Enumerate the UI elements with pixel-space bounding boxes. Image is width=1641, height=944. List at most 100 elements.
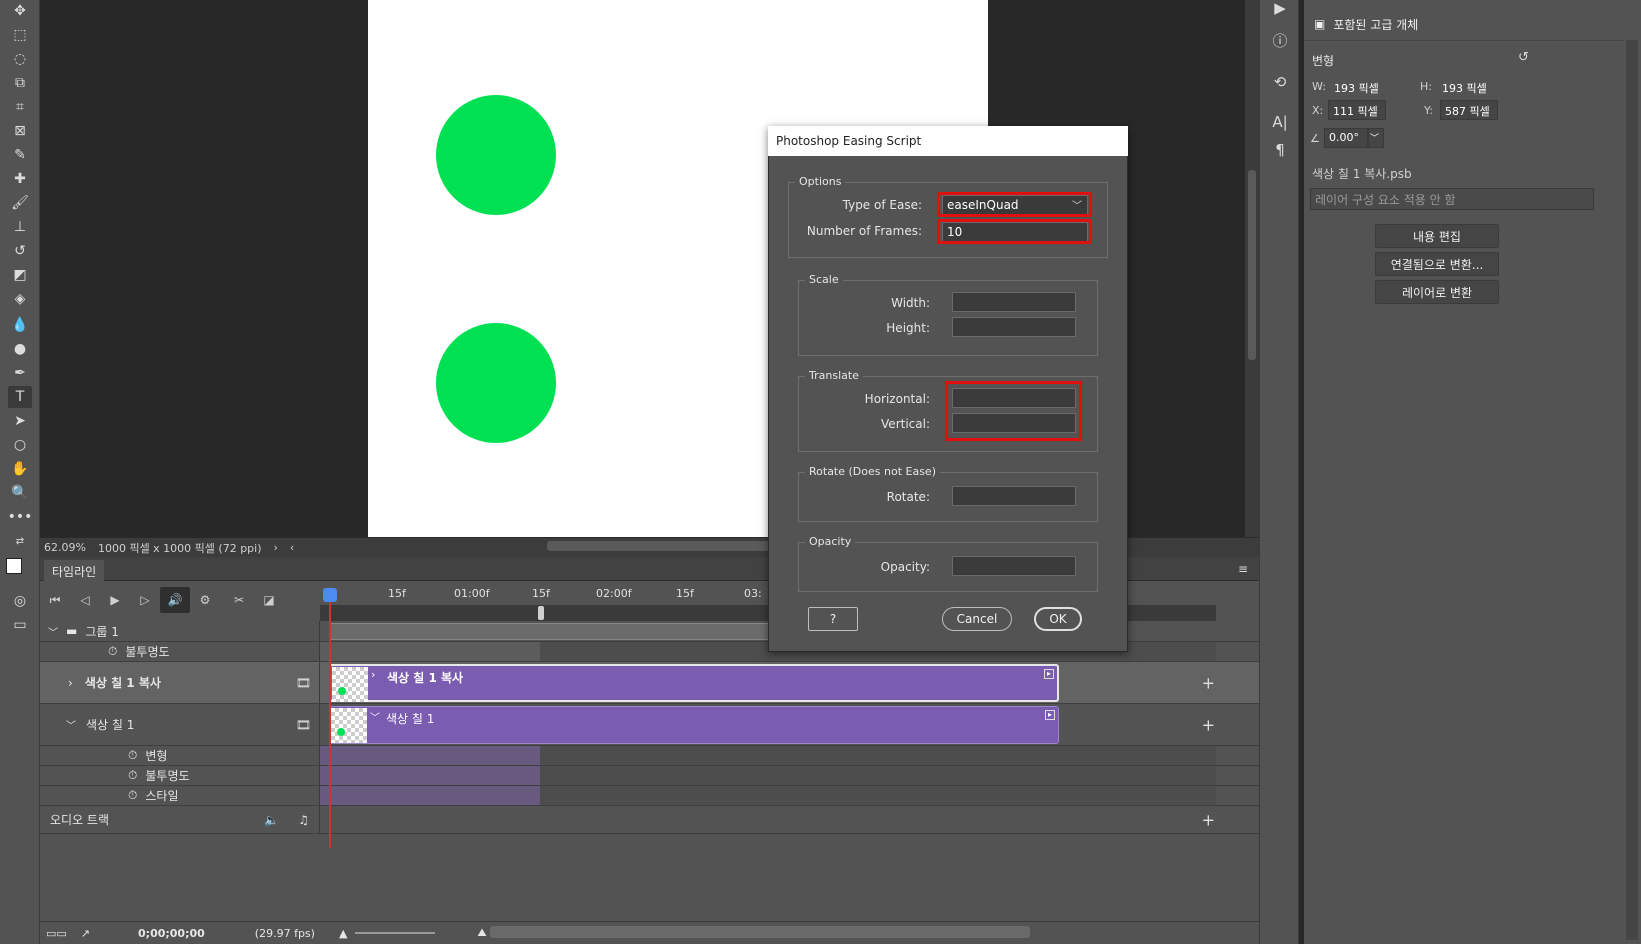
type-tool-icon[interactable]: T: [8, 386, 32, 408]
blur-tool-icon[interactable]: 💧: [8, 314, 32, 336]
properties-scrollbar[interactable]: [1626, 40, 1638, 940]
zoom-slider[interactable]: [355, 932, 435, 934]
stamp-tool-icon[interactable]: ⊥: [8, 216, 32, 238]
eyedropper-tool-icon[interactable]: ✎: [8, 144, 32, 166]
chevron-down-icon[interactable]: ﹀: [66, 717, 76, 732]
playhead-handle[interactable]: [323, 588, 337, 602]
foreground-color-swatch[interactable]: [6, 558, 22, 574]
track-lane[interactable]: [320, 786, 1216, 805]
vertical-scroll-thumb[interactable]: [1248, 170, 1256, 360]
stopwatch-icon[interactable]: ⏱: [108, 644, 117, 659]
layer-comp-select[interactable]: 레이어 구성 요소 적용 안 함: [1310, 188, 1594, 210]
move-tool-icon[interactable]: ✥: [8, 0, 32, 22]
healing-brush-tool-icon[interactable]: ✚: [8, 168, 32, 190]
green-circle-bottom[interactable]: [436, 323, 556, 443]
convert-to-linked-button[interactable]: 연결됨으로 변환...: [1375, 252, 1499, 276]
add-audio-icon[interactable]: +: [1202, 810, 1215, 829]
swap-colors-icon[interactable]: ⇄: [8, 530, 32, 552]
dodge-tool-icon[interactable]: ●: [8, 338, 32, 360]
edit-contents-button[interactable]: 내용 편집: [1375, 224, 1499, 248]
y-field[interactable]: 587 픽셀: [1440, 100, 1498, 120]
group-track-name[interactable]: 그룹 1: [85, 623, 119, 640]
ellipse-tool-icon[interactable]: ○: [8, 434, 32, 456]
lasso-tool-icon[interactable]: ◌: [8, 48, 32, 70]
split-scissors-icon[interactable]: ✂: [224, 587, 254, 613]
convert-to-frame-icon[interactable]: ▭▭: [46, 927, 67, 940]
group-clip[interactable]: [329, 623, 779, 640]
scroll-left-icon[interactable]: ‹: [290, 541, 294, 554]
width-input[interactable]: [952, 292, 1076, 312]
status-chevron-icon[interactable]: ›: [274, 541, 278, 554]
canvas-vertical-scrollbar[interactable]: [1245, 0, 1259, 540]
copy-layer-track-name[interactable]: 색상 칠 1 복사: [85, 674, 161, 691]
track-lane[interactable]: ﹀ 색상 칠 1 ▸: [320, 704, 1216, 745]
convert-to-layers-button[interactable]: 레이어로 변환: [1375, 280, 1499, 304]
screen-mode-icon[interactable]: ▭: [8, 614, 32, 636]
reset-icon[interactable]: ↺: [1518, 50, 1529, 65]
render-video-icon[interactable]: ↗: [81, 927, 90, 940]
cancel-button[interactable]: Cancel: [942, 607, 1012, 631]
tab-timeline[interactable]: 타임라인: [44, 560, 105, 581]
zoom-out-icon[interactable]: ▲: [339, 927, 347, 940]
angle-dropdown-icon[interactable]: ﹀: [1368, 128, 1384, 148]
history-icon[interactable]: ⟲: [1268, 70, 1292, 94]
ok-button[interactable]: OK: [1034, 607, 1082, 631]
w-value[interactable]: 193 픽셀: [1334, 80, 1379, 96]
play-icon[interactable]: ▶: [100, 587, 130, 613]
info-icon[interactable]: ⓘ: [1268, 28, 1292, 52]
zoom-in-icon[interactable]: ⛰: [477, 926, 486, 940]
x-field[interactable]: 111 픽셀: [1328, 100, 1386, 120]
object-select-tool-icon[interactable]: ⧉: [8, 72, 32, 94]
audio-toggle-icon[interactable]: 🔊: [160, 587, 190, 613]
stopwatch-icon[interactable]: ⏱: [128, 748, 137, 763]
playhead-line[interactable]: [329, 588, 331, 848]
zoom-level[interactable]: 62.09%: [44, 541, 86, 554]
more-tools-icon[interactable]: •••: [8, 506, 33, 528]
crop-tool-icon[interactable]: ⌗: [8, 96, 32, 118]
track-lane[interactable]: [320, 766, 1216, 785]
frame-tool-icon[interactable]: ⊠: [8, 120, 32, 142]
film-strip-icon[interactable]: 🎞: [296, 718, 311, 732]
clip-layer[interactable]: ﹀ 색상 칠 1 ▸: [329, 706, 1059, 744]
hand-tool-icon[interactable]: ✋: [8, 458, 32, 480]
track-lane[interactable]: › 색상 칠 1 복사 ▸: [320, 662, 1216, 703]
next-frame-icon[interactable]: ▷: [130, 587, 160, 613]
stopwatch-icon[interactable]: ⏱: [128, 788, 137, 803]
character-icon[interactable]: A|: [1268, 110, 1292, 134]
height-input[interactable]: [952, 317, 1076, 337]
quick-mask-icon[interactable]: ◎: [8, 590, 32, 612]
stopwatch-icon[interactable]: ⏱: [128, 768, 137, 783]
timeline-scroll-thumb[interactable]: [490, 926, 1030, 938]
add-media-icon[interactable]: +: [1202, 715, 1215, 734]
zoom-tool-icon[interactable]: 🔍: [8, 482, 32, 504]
settings-gear-icon[interactable]: ⚙: [190, 587, 220, 613]
play-actions-icon[interactable]: ▶: [1268, 0, 1292, 20]
film-strip-icon[interactable]: 🎞: [296, 676, 311, 690]
track-lane[interactable]: [320, 746, 1216, 765]
music-note-icon[interactable]: ♫: [298, 813, 309, 827]
paint-bucket-tool-icon[interactable]: ◈: [8, 288, 32, 310]
first-frame-icon[interactable]: ⏮: [40, 587, 70, 613]
add-media-icon[interactable]: +: [1202, 673, 1215, 692]
layer-track-name[interactable]: 색상 칠 1: [86, 716, 134, 733]
history-brush-tool-icon[interactable]: ↺: [8, 240, 32, 262]
work-area-end-handle[interactable]: [538, 606, 544, 620]
transition-icon[interactable]: ◪: [254, 587, 284, 613]
h-value[interactable]: 193 픽셀: [1442, 80, 1487, 96]
paragraph-icon[interactable]: ¶: [1268, 138, 1292, 162]
chevron-right-icon[interactable]: ›: [68, 676, 73, 690]
audio-track-name[interactable]: 오디오 트랙: [50, 811, 109, 828]
track-lane[interactable]: [320, 806, 1216, 833]
pen-tool-icon[interactable]: ✒: [8, 362, 32, 384]
chevron-down-icon[interactable]: ﹀: [48, 624, 58, 639]
angle-field[interactable]: 0.00°: [1324, 128, 1368, 148]
prev-frame-icon[interactable]: ◁: [70, 587, 100, 613]
clip-collapse-icon[interactable]: ﹀: [370, 709, 380, 724]
clip-copy-layer[interactable]: › 색상 칠 1 복사 ▸: [329, 664, 1059, 702]
green-circle-top[interactable]: [436, 95, 556, 215]
horizontal-scroll-thumb[interactable]: [547, 541, 797, 551]
clip-end-icon[interactable]: ▸: [1044, 669, 1054, 679]
opacity-input[interactable]: [952, 556, 1076, 576]
brush-tool-icon[interactable]: 🖌: [8, 192, 32, 214]
rotate-input[interactable]: [952, 486, 1076, 506]
